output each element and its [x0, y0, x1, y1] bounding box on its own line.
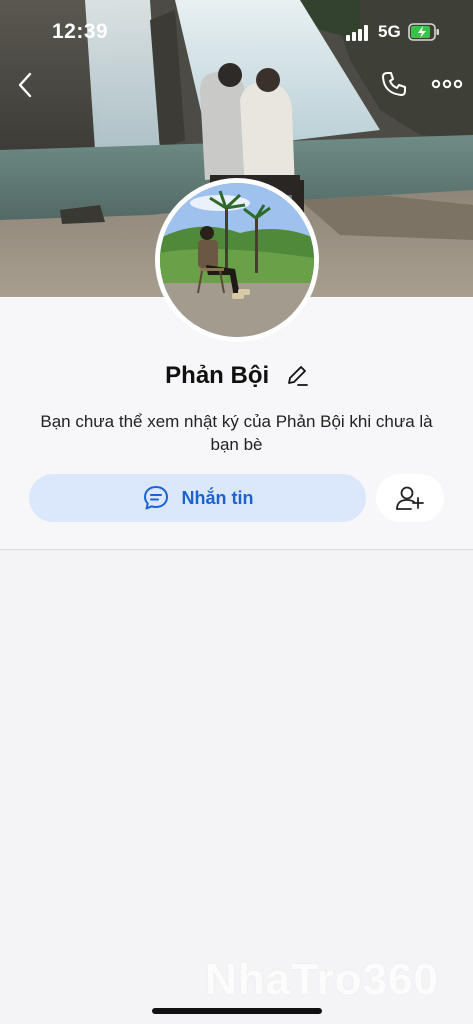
- profile-name: Phản Bội: [165, 362, 270, 389]
- more-options-button[interactable]: [430, 72, 464, 96]
- status-time: 12:39: [52, 20, 109, 43]
- section-divider: [0, 549, 473, 550]
- privacy-notice: Bạn chưa thể xem nhật ký của Phản Bội kh…: [40, 412, 433, 454]
- profile-sheet: [0, 297, 473, 1024]
- network-type: 5G: [378, 22, 401, 41]
- signal-icon: [346, 25, 368, 41]
- watermark: NhaTro360: [205, 955, 439, 1004]
- battery-charging-icon: [408, 23, 439, 41]
- add-user-icon: [396, 486, 424, 510]
- message-button-label: Nhắn tin: [181, 487, 254, 508]
- chat-bubble-icon: [143, 486, 168, 510]
- avatar[interactable]: [155, 178, 319, 342]
- message-button[interactable]: Nhắn tin: [29, 474, 366, 522]
- back-button[interactable]: [12, 68, 40, 102]
- status-bar: 12:39 5G: [0, 0, 473, 64]
- avatar-image: [160, 183, 314, 337]
- profile-name-row: Phản Bội: [0, 362, 473, 390]
- edit-icon[interactable]: [286, 364, 308, 386]
- home-indicator[interactable]: [152, 1008, 322, 1014]
- call-button[interactable]: [380, 70, 408, 98]
- add-friend-button[interactable]: [376, 474, 444, 522]
